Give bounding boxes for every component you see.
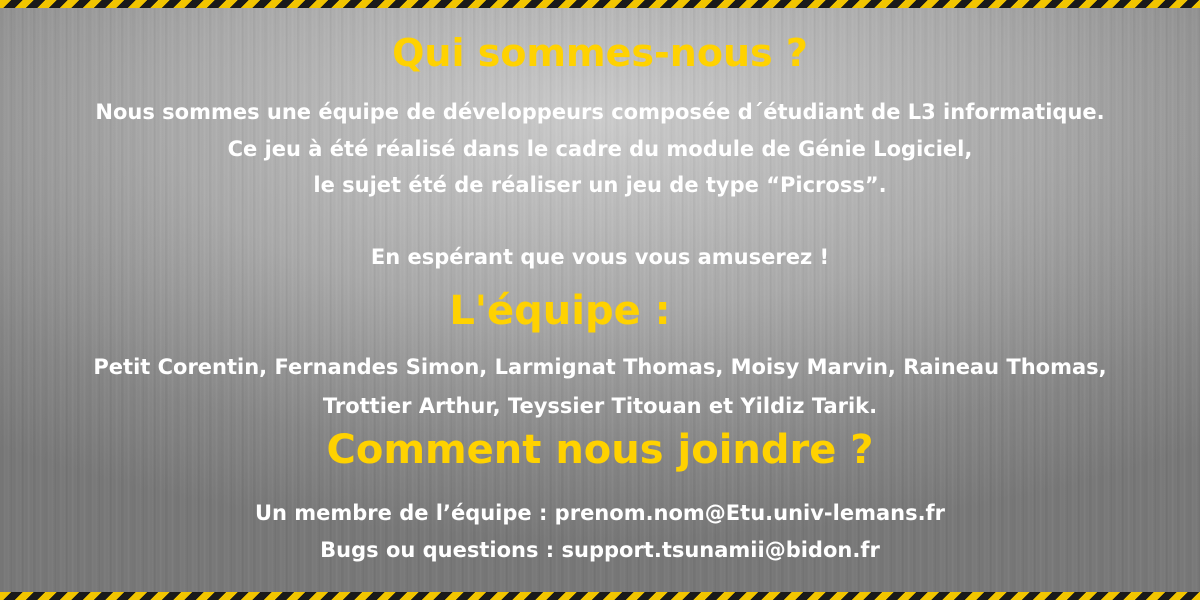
about-line-1: Nous sommes une équipe de développeurs c… — [95, 100, 1105, 124]
team-members-line-1: Petit Corentin, Fernandes Simon, Larmign… — [93, 355, 1107, 379]
team-members-line-2: Trottier Arthur, Teyssier Titouan et Yil… — [322, 394, 878, 418]
hazard-stripe-bottom — [0, 592, 1200, 600]
about-title: Qui sommes-nous ? — [392, 31, 808, 75]
about-line-4: En espérant que vous vous amuserez ! — [370, 245, 830, 269]
team-title: L'équipe : — [449, 288, 671, 334]
contact-support-email: Bugs ou questions : support.tsunamii@bid… — [320, 538, 880, 562]
contact-title: Comment nous joindre ? — [326, 427, 874, 473]
hazard-stripe-top — [0, 0, 1200, 8]
credits-screen: Qui sommes-nous ? Nous sommes une équipe… — [0, 0, 1200, 600]
about-line-2: Ce jeu à été réalisé dans le cadre du mo… — [227, 137, 973, 161]
about-line-3: le sujet été de réaliser un jeu de type … — [313, 173, 887, 197]
contact-member-email: Un membre de l’équipe : prenom.nom@Etu.u… — [254, 501, 946, 525]
